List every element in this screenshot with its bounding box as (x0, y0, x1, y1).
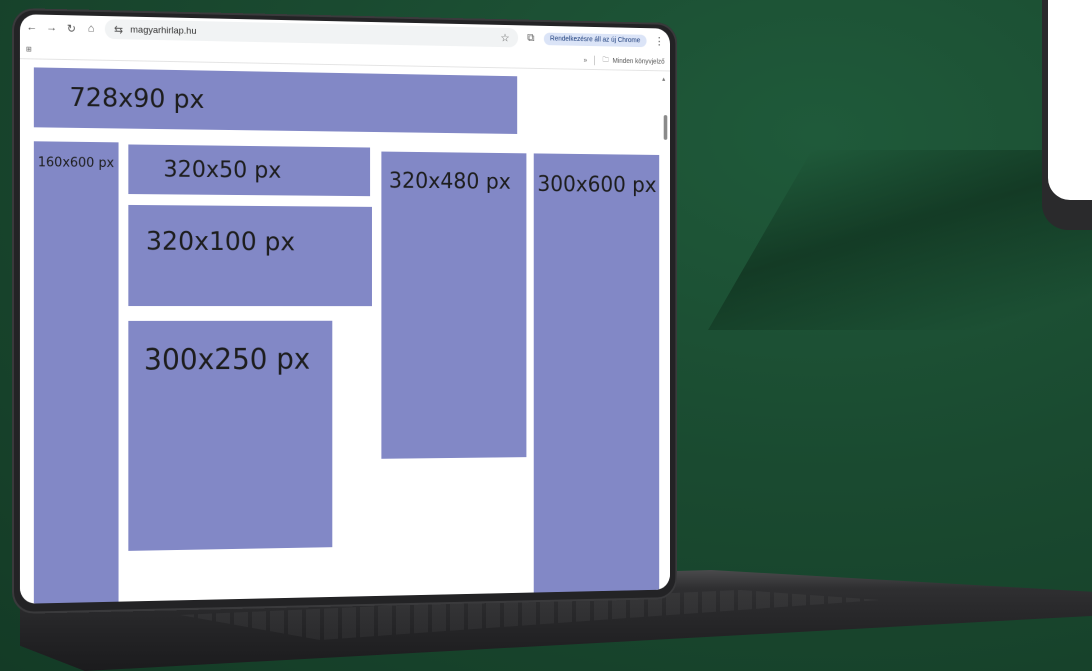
extensions-icon[interactable]: ⧉ (525, 32, 536, 45)
web-page: 728x90 px 160x600 px 320x50 px 320x100 p… (19, 59, 670, 604)
ad-728x90[interactable]: 728x90 px (33, 67, 518, 134)
update-chrome-button[interactable]: Rendelkezésre áll az új Chrome (543, 32, 647, 47)
forward-icon[interactable]: → (46, 22, 58, 34)
star-icon[interactable]: ☆ (499, 31, 510, 44)
chevron-icon[interactable]: » (584, 57, 588, 64)
ad-320x100[interactable]: 320x100 px (128, 204, 372, 307)
laptop: ← → ↻ ⌂ ⇆ magyarhirlap.hu ☆ ⧉ Rendelkezé… (12, 8, 678, 614)
ad-label: 320x50 px (163, 156, 282, 184)
ad-label: 300x250 px (143, 342, 311, 377)
folder-icon[interactable]: 🗀 (603, 55, 609, 66)
ad-300x250[interactable]: 300x250 px (128, 320, 333, 551)
laptop-screen: ← → ↻ ⌂ ⇆ magyarhirlap.hu ☆ ⧉ Rendelkezé… (19, 14, 670, 604)
scrollbar-thumb[interactable] (663, 115, 668, 140)
site-settings-icon[interactable]: ⇆ (113, 23, 125, 36)
apps-icon[interactable]: ⊞ (26, 45, 32, 53)
ad-300x600[interactable]: 300x600 px (533, 153, 660, 604)
ad-320x480[interactable]: 320x480 px (381, 151, 527, 459)
ad-label: 728x90 px (69, 82, 205, 115)
background-shadow (708, 150, 1092, 330)
bookmarks-divider (594, 55, 596, 66)
back-icon[interactable]: ← (26, 21, 38, 33)
reload-icon[interactable]: ↻ (65, 22, 77, 35)
url-text[interactable]: magyarhirlap.hu (130, 24, 494, 43)
second-device-screen (1048, 0, 1092, 200)
home-icon[interactable]: ⌂ (85, 23, 97, 35)
scroll-up-icon[interactable]: ▲ (661, 77, 666, 83)
ad-label: 160x600 px (37, 155, 115, 172)
menu-icon[interactable]: ⋮ (654, 34, 665, 47)
bookmarks-spacer (32, 49, 584, 60)
ad-label: 320x480 px (388, 169, 511, 195)
ad-320x50[interactable]: 320x50 px (128, 144, 371, 197)
all-bookmarks-link[interactable]: Minden könyvjelző (613, 57, 665, 65)
ad-label: 300x600 px (537, 172, 657, 198)
ad-label: 320x100 px (145, 226, 296, 258)
ad-160x600[interactable]: 160x600 px (33, 141, 119, 604)
second-device (1042, 0, 1092, 230)
